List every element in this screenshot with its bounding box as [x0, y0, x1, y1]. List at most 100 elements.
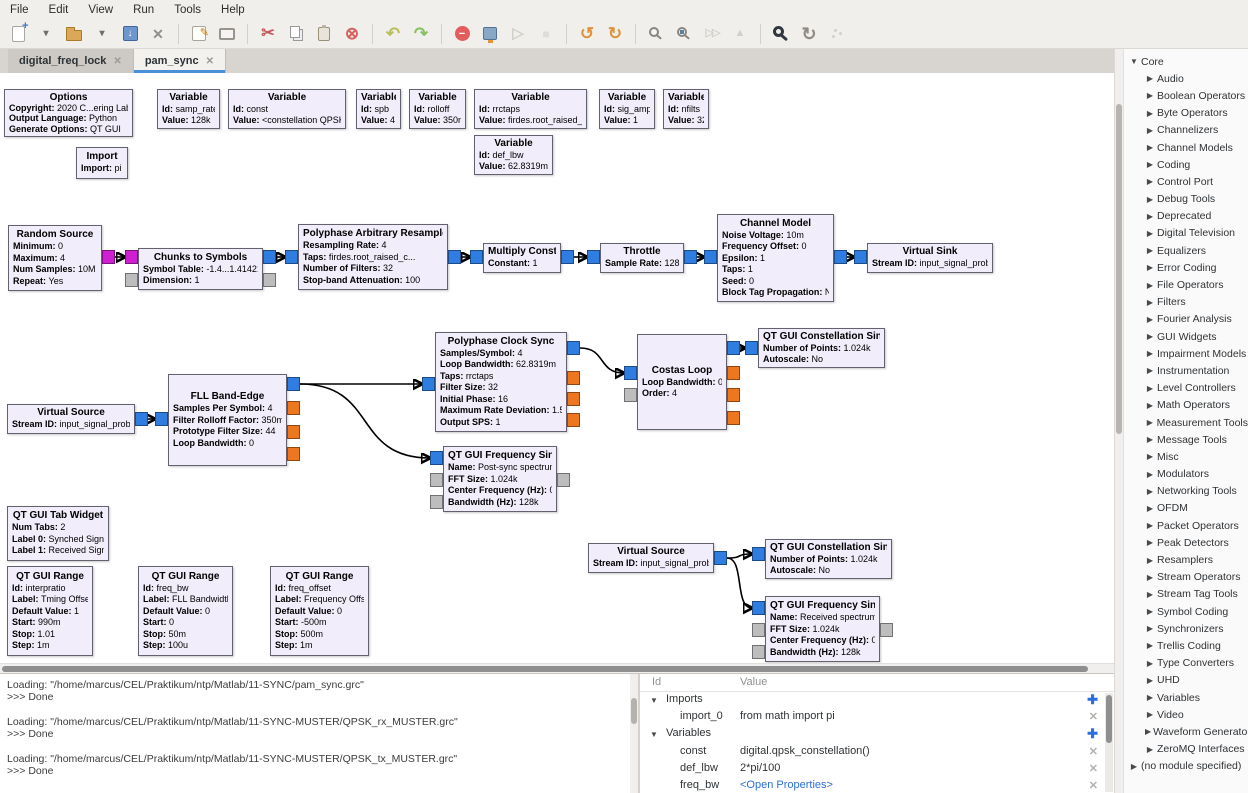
throttle-port-left-0[interactable]	[587, 250, 600, 264]
tree-item-level-controllers[interactable]: ▶Level Controllers	[1124, 380, 1248, 397]
tree-item-boolean-operators[interactable]: ▶Boolean Operators	[1124, 87, 1248, 104]
polyphase-clock-sync-port-right-3[interactable]	[567, 413, 580, 427]
chevron-right-icon[interactable]: ▶	[1145, 315, 1155, 324]
chevron-right-icon[interactable]: ▶	[1145, 212, 1155, 221]
chunks-to-symbols-port-left-0[interactable]	[125, 250, 138, 264]
variable-row-def-lbw[interactable]: def_lbw2*pi/100✕	[640, 761, 1114, 778]
tree-item-type-converters[interactable]: ▶Type Converters	[1124, 655, 1248, 672]
qt-gui-constellation-sink-2-port-left-0[interactable]	[752, 547, 765, 561]
qt-gui-frequency-sink-1-port-left-2[interactable]	[430, 495, 443, 509]
zoom-out-button[interactable]	[672, 22, 696, 46]
tree-item-ofdm[interactable]: ▶OFDM	[1124, 500, 1248, 517]
menu-file[interactable]: File	[10, 4, 29, 16]
costas-loop-port-left-1[interactable]	[624, 388, 637, 402]
tree-item-packet-operators[interactable]: ▶Packet Operators	[1124, 517, 1248, 534]
new-flowgraph-button[interactable]	[6, 22, 30, 46]
block-polyphase-clock-sync[interactable]: Polyphase Clock SyncSamples/Symbol: 4Loo…	[435, 332, 567, 432]
rotate-ccw-button[interactable]: ↺	[575, 22, 599, 46]
tree-item-synchronizers[interactable]: ▶Synchronizers	[1124, 620, 1248, 637]
block-qt-gui-frequency-sink-1[interactable]: QT GUI Frequency SinkName: Post-sync spe…	[443, 446, 557, 512]
tree-item-filters[interactable]: ▶Filters	[1124, 294, 1248, 311]
block-qt-gui-range-interpratio[interactable]: QT GUI RangeId: interpratioLabel: Tming …	[7, 566, 93, 656]
throttle-port-right-0[interactable]	[684, 250, 697, 264]
costas-loop-port-left-0[interactable]	[624, 366, 637, 380]
tree-item-trellis-coding[interactable]: ▶Trellis Coding	[1124, 637, 1248, 654]
tree-item-measurement-tools[interactable]: ▶Measurement Tools	[1124, 414, 1248, 431]
paste-button[interactable]	[312, 22, 336, 46]
find-blocks-button[interactable]	[769, 22, 793, 46]
sidebar-scrollbar[interactable]	[1115, 49, 1124, 793]
sidebar-scrollbar-handle[interactable]	[1116, 104, 1122, 434]
tree-item-fourier-analysis[interactable]: ▶Fourier Analysis	[1124, 311, 1248, 328]
costas-loop-port-right-0[interactable]	[727, 341, 740, 355]
block-var-spb[interactable]: VariableId: spbValue: 4	[356, 89, 401, 129]
add-icon[interactable]: ✚	[1087, 692, 1098, 708]
block-polyphase-arbitrary-resampler[interactable]: Polyphase Arbitrary ResamplerResampling …	[298, 224, 448, 290]
tree-item-coding[interactable]: ▶Coding	[1124, 156, 1248, 173]
tree-item-instrumentation[interactable]: ▶Instrumentation	[1124, 362, 1248, 379]
chevron-down-icon[interactable]: ▼	[650, 730, 658, 739]
tree-item-deprecated[interactable]: ▶Deprecated	[1124, 208, 1248, 225]
menu-help[interactable]: Help	[221, 4, 245, 16]
chunks-to-symbols-port-right-1[interactable]	[263, 273, 276, 287]
tree-item-digital-television[interactable]: ▶Digital Television	[1124, 225, 1248, 242]
variable-row-import-0[interactable]: import_0from math import pi✕	[640, 709, 1114, 726]
chevron-right-icon[interactable]: ▶	[1145, 727, 1151, 736]
save-button[interactable]	[118, 22, 142, 46]
virtual-source-1-port-right-0[interactable]	[135, 412, 148, 426]
tree-item-symbol-coding[interactable]: ▶Symbol Coding	[1124, 603, 1248, 620]
chevron-right-icon[interactable]: ▶	[1145, 504, 1155, 513]
chevron-right-icon[interactable]: ▶	[1145, 281, 1155, 290]
variable-row-const[interactable]: constdigital.qpsk_constellation()✕	[640, 744, 1114, 761]
qt-gui-frequency-sink-1-port-left-0[interactable]	[430, 451, 443, 465]
new-flowgraph-dropdown[interactable]: ▾	[34, 22, 58, 46]
tree-item-audio[interactable]: ▶Audio	[1124, 70, 1248, 87]
chevron-right-icon[interactable]: ▶	[1145, 693, 1155, 702]
virtual-sink-port-left-0[interactable]	[854, 250, 867, 264]
block-random-source[interactable]: Random SourceMinimum: 0Maximum: 4Num Sam…	[8, 225, 102, 291]
tree-item-gui-widgets[interactable]: ▶GUI Widgets	[1124, 328, 1248, 345]
chevron-right-icon[interactable]: ▶	[1145, 624, 1155, 633]
qt-gui-frequency-sink-2-port-left-2[interactable]	[752, 645, 765, 659]
chevron-right-icon[interactable]: ▶	[1145, 349, 1155, 358]
fll-band-edge-port-right-3[interactable]	[287, 447, 300, 461]
tree-item-channelizers[interactable]: ▶Channelizers	[1124, 122, 1248, 139]
console-scrollbar[interactable]	[630, 674, 638, 793]
connection-wire[interactable]	[580, 348, 624, 373]
tree-item-networking-tools[interactable]: ▶Networking Tools	[1124, 483, 1248, 500]
menu-view[interactable]: View	[88, 4, 113, 16]
block-channel-model[interactable]: Channel ModelNoise Voltage: 10mFrequency…	[717, 214, 834, 302]
qt-gui-frequency-sink-1-port-left-1[interactable]	[430, 473, 443, 487]
block-costas-loop[interactable]: Costas LoopLoop Bandwidth: 0Order: 4	[637, 334, 727, 430]
polyphase-clock-sync-port-left-0[interactable]	[422, 377, 435, 391]
chevron-right-icon[interactable]: ▶	[1145, 487, 1155, 496]
chevron-right-icon[interactable]: ▶	[1145, 452, 1155, 461]
block-virtual-source-2[interactable]: Virtual SourceStream ID: input_signal_pr…	[588, 543, 714, 573]
chevron-right-icon[interactable]: ▶	[1145, 573, 1155, 582]
open-flowgraph-button[interactable]	[62, 22, 86, 46]
fll-band-edge-port-right-1[interactable]	[287, 401, 300, 415]
tree-item-debug-tools[interactable]: ▶Debug Tools	[1124, 191, 1248, 208]
block-chunks-to-symbols[interactable]: Chunks to SymbolsSymbol Table: -1.4...1.…	[138, 248, 263, 290]
chevron-right-icon[interactable]: ▶	[1145, 676, 1155, 685]
block-qt-gui-range-freq_offset[interactable]: QT GUI RangeId: freq_offsetLabel: Freque…	[270, 566, 369, 656]
chevron-right-icon[interactable]: ▶	[1145, 126, 1155, 135]
close-button[interactable]: ✕	[146, 22, 170, 46]
tree-item-waveform-generators[interactable]: ▶Waveform Generators	[1124, 723, 1248, 740]
chevron-right-icon[interactable]: ▶	[1145, 91, 1155, 100]
chevron-right-icon[interactable]: ▶	[1145, 366, 1155, 375]
delete-button[interactable]: ⊗	[340, 22, 364, 46]
menu-tools[interactable]: Tools	[174, 4, 201, 16]
chevron-right-icon[interactable]: ▶	[1145, 229, 1155, 238]
variables-panel-scrollbar[interactable]	[1105, 693, 1113, 792]
chevron-right-icon[interactable]: ▶	[1145, 177, 1155, 186]
block-qt-gui-frequency-sink-2[interactable]: QT GUI Frequency SinkName: Received spec…	[765, 596, 880, 662]
chevron-right-icon[interactable]: ▶	[1145, 607, 1155, 616]
chevron-right-icon[interactable]: ▶	[1145, 298, 1155, 307]
tree-item-stream-tag-tools[interactable]: ▶Stream Tag Tools	[1124, 586, 1248, 603]
chevron-right-icon[interactable]: ▶	[1145, 418, 1155, 427]
block-var-rolloff[interactable]: VariableId: rolloffValue: 350m	[409, 89, 466, 129]
tree-item-misc[interactable]: ▶Misc	[1124, 448, 1248, 465]
open-properties-link[interactable]: <Open Properties>	[740, 779, 833, 791]
flowgraph-canvas[interactable]: OptionsCopyright: 2020 C...ering LabOutp…	[0, 73, 1114, 663]
